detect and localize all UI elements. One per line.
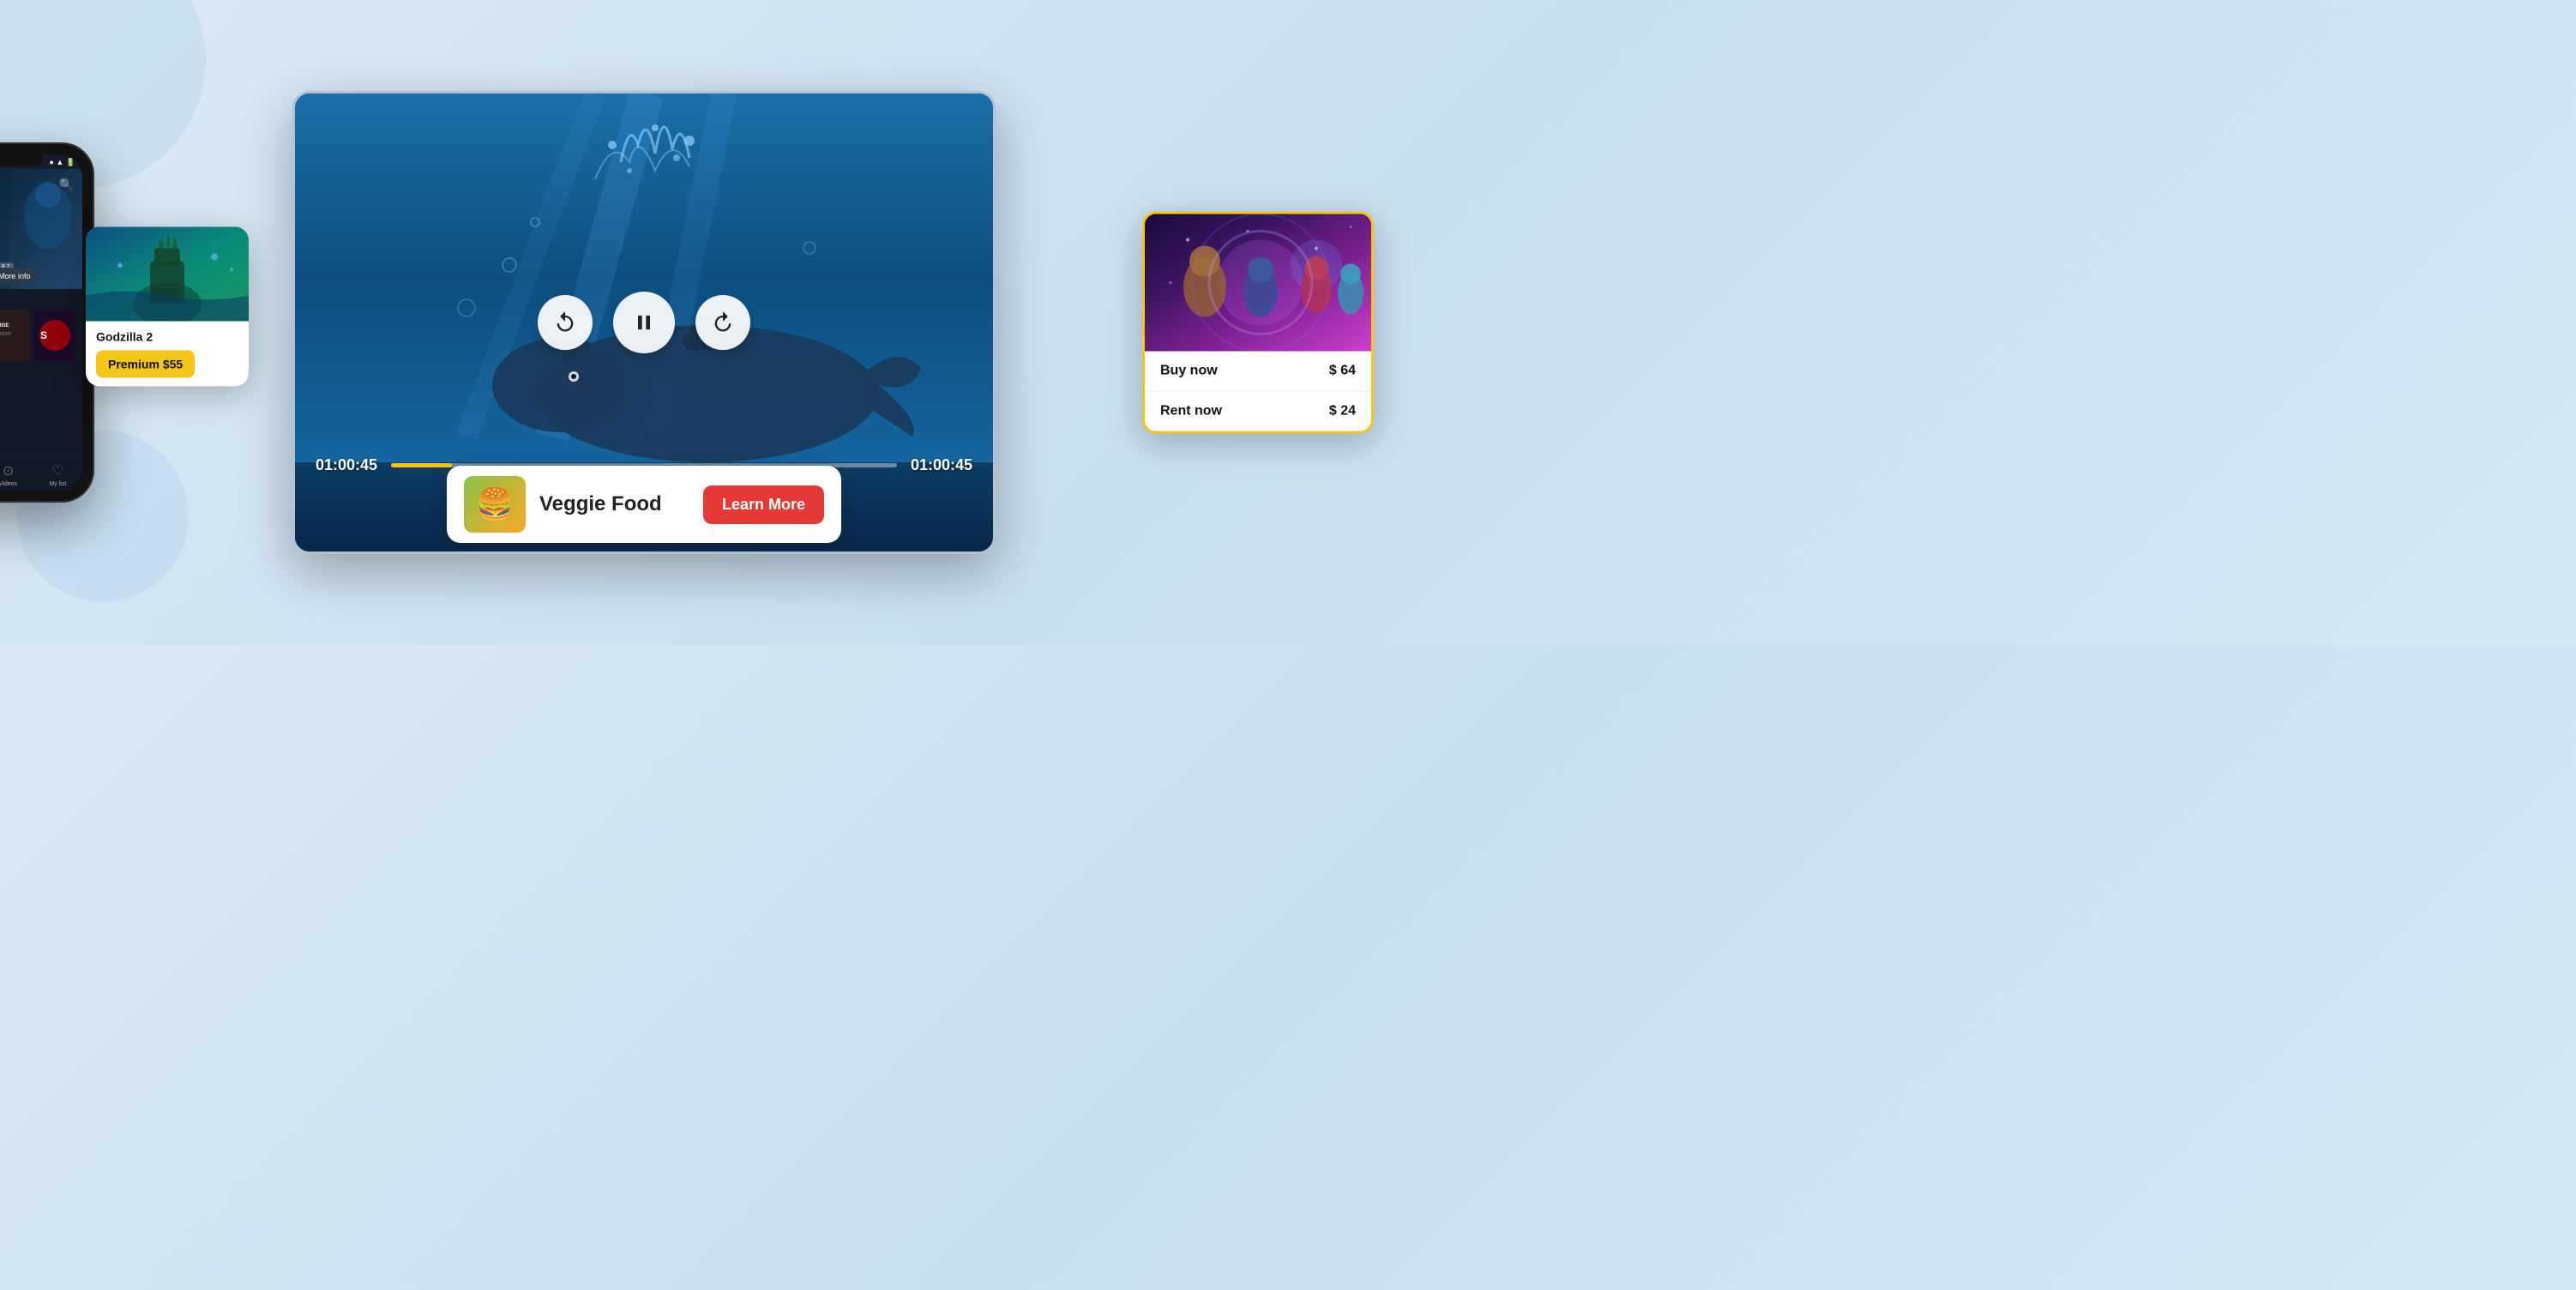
- svg-text:S: S: [40, 329, 47, 341]
- time-elapsed: 01:00:45: [316, 456, 377, 474]
- ad-image: 🍔: [464, 476, 526, 533]
- rent-label: Rent now: [1160, 404, 1222, 419]
- ad-banner: 🍔 Veggie Food Learn More: [447, 466, 841, 543]
- pause-icon: [632, 310, 656, 335]
- movie-poster: [1145, 214, 1371, 352]
- learn-more-button[interactable]: Learn More: [703, 485, 824, 524]
- buy-row[interactable]: Buy now $ 64: [1145, 352, 1371, 392]
- pause-button[interactable]: [613, 292, 675, 353]
- movie-thumb-3[interactable]: S: [33, 310, 75, 361]
- svg-text:ANARCHY: ANARCHY: [0, 332, 12, 337]
- rent-price: $ 24: [1329, 404, 1356, 419]
- nav-mylist[interactable]: ♡ My list: [49, 462, 66, 487]
- nav-videos-label: Videos: [0, 481, 17, 487]
- phone-hero: 🔍 Avatar +13 HD 👍 8.2: [0, 169, 82, 289]
- new-movies-label: New movies: [0, 296, 75, 304]
- rewind-icon: [553, 310, 577, 335]
- time-total: 01:00:45: [911, 456, 972, 474]
- progress-fill: [391, 463, 452, 467]
- godzilla-popup-card: Godzilla 2 Premium $55: [86, 226, 249, 386]
- video-controls: [538, 292, 750, 353]
- forward-icon: [711, 310, 735, 335]
- hero-buttons: ▶ Play More info: [0, 268, 39, 284]
- hero-movie-title: Avatar: [0, 245, 14, 259]
- nav-videos[interactable]: ⊙ Videos: [0, 462, 17, 487]
- nav-mylist-label: My list: [49, 481, 66, 487]
- more-info-button[interactable]: More info: [0, 268, 39, 284]
- videos-icon: ⊙: [3, 462, 14, 479]
- phone-nav: ⌂ Home ⊙ Videos ♡ My list: [0, 456, 82, 491]
- buy-rent-card: Buy now $ 64 Rent now $ 24: [1142, 212, 1374, 434]
- tv-player: 01:00:45 01:00:45 🍔 Veggie Food Learn Mo…: [292, 91, 996, 554]
- movie-thumb-2[interactable]: PURGE ANARCHY: [0, 310, 30, 361]
- movie-grid: LIVE DIE REPEAT 4 Episode PURGE ANARCHY: [0, 310, 75, 361]
- phone-content: New movies LIVE DIE REPEAT 4 Episode PUR…: [0, 289, 82, 456]
- mylist-icon: ♡: [51, 462, 63, 479]
- godzilla-info: Godzilla 2 Premium $55: [86, 321, 249, 386]
- godzilla-thumbnail: [86, 226, 249, 321]
- ad-text: Veggie Food: [539, 492, 689, 516]
- movie-art-3: S: [33, 310, 75, 361]
- poster-art: [1145, 214, 1371, 352]
- forward-button[interactable]: [695, 295, 750, 350]
- svg-text:PURGE: PURGE: [0, 323, 9, 329]
- phone-icons: ● ▲ 🔋: [49, 158, 75, 167]
- phone-notch: [0, 153, 43, 166]
- godzilla-title: Godzilla 2: [96, 329, 238, 343]
- rent-row[interactable]: Rent now $ 24: [1145, 392, 1371, 431]
- buy-price: $ 64: [1329, 364, 1356, 379]
- rewind-button[interactable]: [538, 295, 593, 350]
- buy-label: Buy now: [1160, 364, 1218, 379]
- phone-screen: 9:41 ● ▲ 🔋 🔍 Avatar +13 HD: [0, 154, 82, 491]
- premium-badge: Premium $55: [96, 350, 195, 377]
- phone-mockup: 9:41 ● ▲ 🔋 🔍 Avatar +13 HD: [0, 142, 94, 503]
- godzilla-art: [86, 226, 249, 321]
- movie-art-2: PURGE ANARCHY: [0, 310, 30, 361]
